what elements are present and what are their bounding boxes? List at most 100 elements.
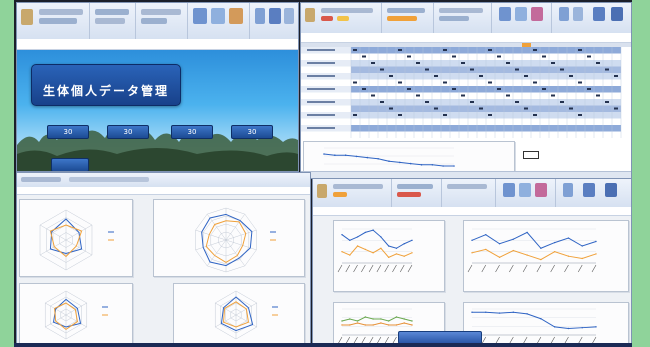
find-icon[interactable]	[284, 8, 294, 24]
paste-icon[interactable]	[21, 9, 33, 25]
font-color-icons[interactable]	[321, 16, 333, 21]
cell-value	[569, 107, 573, 110]
font-color-icons[interactable]	[333, 192, 347, 197]
table-format-icon[interactable]	[515, 7, 527, 21]
cell-style-icon[interactable]	[229, 8, 243, 24]
line-chart-1-plot	[337, 228, 413, 273]
paste-icon[interactable]	[305, 8, 315, 22]
x-tick-label	[591, 264, 597, 273]
conditional-format-icon[interactable]	[503, 183, 515, 197]
number-format-icons[interactable]	[447, 184, 487, 189]
row-label-text	[307, 114, 335, 116]
ribbon-toolbar[interactable]	[313, 179, 631, 208]
year-button-3[interactable]: 30	[171, 125, 213, 139]
line-point	[380, 247, 382, 249]
merge-icons[interactable]	[397, 192, 421, 197]
menu-icons[interactable]	[69, 177, 149, 182]
radar-chart-1[interactable]	[19, 199, 133, 277]
row-label-cell[interactable]	[301, 131, 351, 139]
cell-value	[560, 68, 564, 71]
fill-color-icons[interactable]	[337, 16, 349, 21]
line-point	[411, 252, 413, 254]
sheet-tabs[interactable]	[301, 171, 631, 178]
align-icons[interactable]	[387, 8, 425, 13]
find-icon[interactable]	[605, 183, 617, 197]
insert-icon[interactable]	[559, 7, 569, 21]
year-button-1[interactable]: 30	[47, 125, 89, 139]
row-label-cell[interactable]	[301, 118, 351, 126]
formula-bar[interactable]	[313, 207, 631, 216]
row-label-cell[interactable]	[301, 53, 351, 61]
insert-icon[interactable]	[255, 8, 265, 24]
ribbon-toolbar[interactable]	[17, 173, 310, 188]
cell-style-icon[interactable]	[531, 7, 543, 21]
window-title-sheet[interactable]: 生体個人データ管理 30 30 30 30	[16, 2, 299, 172]
sort-filter-icon[interactable]	[593, 7, 605, 21]
cell-value	[596, 94, 600, 97]
sort-filter-icon[interactable]	[269, 8, 281, 24]
align-icons[interactable]	[95, 9, 129, 15]
percent-icons[interactable]	[141, 18, 167, 24]
decimal-icons[interactable]	[439, 16, 469, 21]
ribbon-toolbar[interactable]	[301, 3, 631, 34]
data-grid-sheet[interactable]	[301, 43, 631, 178]
paste-icon[interactable]	[317, 184, 327, 198]
cell-value	[380, 68, 384, 71]
cell-value	[443, 114, 447, 116]
align-icons[interactable]	[397, 184, 433, 189]
row-label-cell[interactable]	[301, 92, 351, 100]
line-chart-1[interactable]	[333, 220, 445, 292]
line-chart-2[interactable]	[463, 220, 629, 292]
selected-cell[interactable]	[523, 151, 539, 159]
line-series-2	[342, 322, 413, 326]
row-label-text	[307, 62, 335, 64]
cell-value	[524, 107, 528, 110]
font-group-icons[interactable]	[321, 8, 373, 13]
year-button-2[interactable]: 30	[107, 125, 149, 139]
cell-value	[587, 88, 591, 90]
window-line-charts[interactable]	[312, 178, 632, 345]
window-data-grid[interactable]	[300, 2, 632, 179]
cell-value	[407, 55, 411, 58]
ribbon-toolbar[interactable]	[17, 3, 298, 40]
sort-filter-icon[interactable]	[583, 183, 595, 197]
table-format-icon[interactable]	[519, 183, 531, 197]
row-label-cell[interactable]	[301, 79, 351, 87]
quick-access-icons[interactable]	[21, 177, 61, 182]
formula-bar[interactable]	[17, 39, 298, 50]
radar-chart-3[interactable]	[19, 283, 133, 344]
cell-value	[506, 62, 510, 64]
window-radar-charts[interactable]	[16, 172, 311, 345]
conditional-format-icon[interactable]	[499, 7, 511, 21]
number-format-icons[interactable]	[439, 8, 483, 13]
row-label-cell[interactable]	[301, 66, 351, 74]
line-point	[349, 318, 351, 320]
delete-icon[interactable]	[573, 7, 583, 21]
cell-value	[614, 107, 618, 110]
cell-value	[380, 101, 384, 103]
monitor-screen: 生体個人データ管理 30 30 30 30	[14, 0, 632, 347]
insert-icon[interactable]	[563, 183, 573, 197]
number-format-icons[interactable]	[141, 9, 181, 15]
bottom-nav-button[interactable]	[51, 158, 89, 171]
font-style-icons[interactable]	[39, 18, 77, 24]
cell-style-icon[interactable]	[535, 183, 547, 197]
radar-chart-4[interactable]	[173, 283, 305, 344]
merge-icons[interactable]	[387, 16, 417, 21]
trend-point	[442, 165, 444, 167]
cell-value	[560, 101, 564, 103]
font-group-icons[interactable]	[39, 9, 83, 15]
row-label-cell[interactable]	[301, 105, 351, 113]
wrap-icons[interactable]	[95, 18, 125, 24]
year-button-4[interactable]: 30	[231, 125, 273, 139]
line-chart-4[interactable]	[463, 302, 629, 344]
font-group-icons[interactable]	[333, 184, 383, 189]
formula-bar[interactable]	[17, 187, 310, 195]
radar-chart-2[interactable]	[153, 199, 305, 277]
table-format-icon[interactable]	[211, 8, 225, 24]
line-point	[364, 316, 367, 318]
find-icon[interactable]	[611, 7, 623, 21]
formula-bar[interactable]	[301, 33, 631, 43]
line-point	[411, 239, 413, 242]
conditional-format-icon[interactable]	[193, 8, 207, 24]
